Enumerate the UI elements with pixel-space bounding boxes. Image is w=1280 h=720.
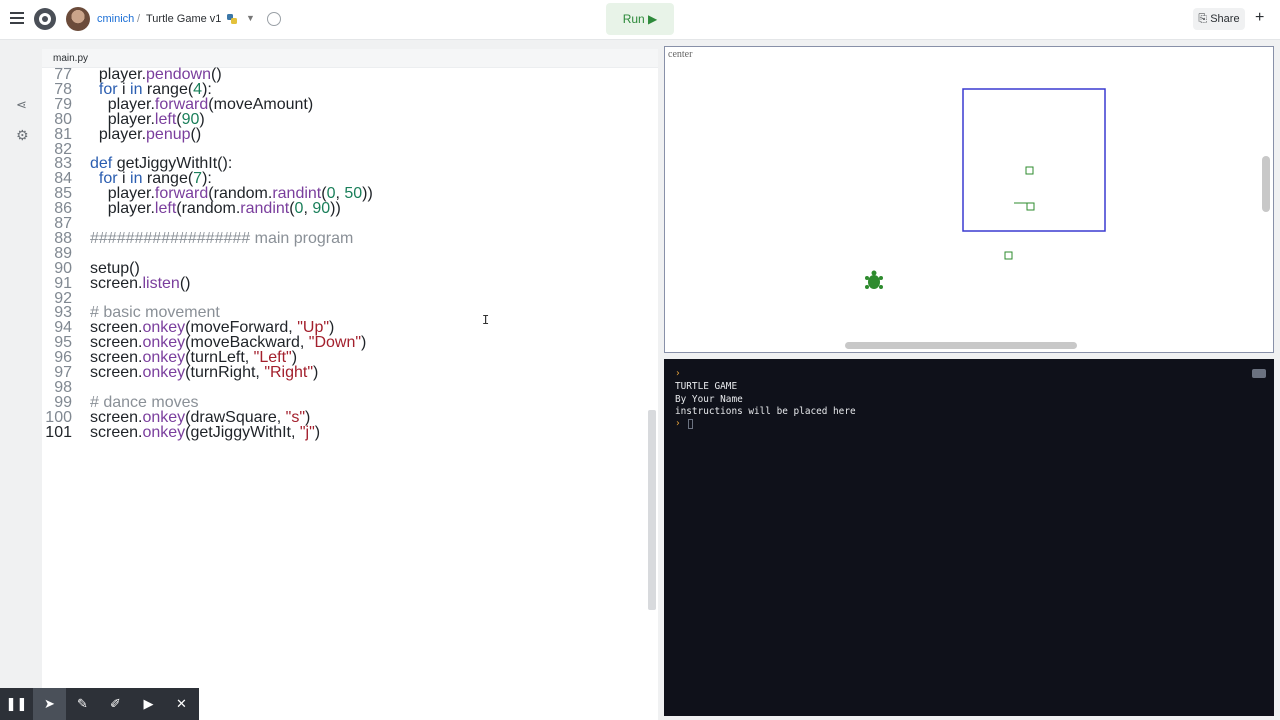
turtle-drawing: [865, 88, 1106, 289]
username-link[interactable]: cminich: [97, 13, 134, 25]
logo-icon[interactable]: [34, 8, 56, 30]
canvas-horizontal-scrollbar[interactable]: [845, 342, 1077, 349]
project-title[interactable]: Turtle Game v1: [146, 13, 221, 25]
code-line[interactable]: 94 screen.onkey(moveForward, "Up"): [42, 319, 642, 336]
code-line[interactable]: 96 screen.onkey(turnLeft, "Left"): [42, 349, 642, 366]
left-sidebar: ⋖ ⚙: [0, 40, 42, 720]
text-cursor-icon: I: [482, 313, 490, 327]
code-line[interactable]: 101 screen.onkey(getJiggyWithIt, "j"): [42, 423, 642, 441]
console-output-line: By Your Name: [675, 394, 743, 405]
code-line[interactable]: 86 player.left(random.randint(0, 90)): [42, 200, 642, 217]
share-icon[interactable]: ⋖: [16, 97, 27, 113]
code-line[interactable]: 78 for i in range(4):: [42, 81, 642, 98]
canvas-vertical-scrollbar[interactable]: [1262, 156, 1270, 212]
console-cursor: [688, 419, 693, 429]
console[interactable]: › TURTLE GAME By Your Name instructions …: [664, 359, 1274, 716]
share-button[interactable]: ⎘ Share: [1193, 8, 1245, 30]
plus-icon[interactable]: +: [1255, 9, 1264, 27]
breadcrumb-separator: /: [137, 13, 141, 25]
pause-icon[interactable]: ❚❚: [0, 688, 33, 720]
small-square: [1025, 166, 1034, 175]
turtle-canvas[interactable]: center: [664, 46, 1274, 353]
code-line[interactable]: 85 player.forward(random.randint(0, 50)): [42, 185, 642, 202]
code-line[interactable]: 95 screen.onkey(moveBackward, "Down"): [42, 334, 642, 351]
camera-icon[interactable]: ▶: [132, 688, 165, 720]
code-line[interactable]: 79 player.forward(moveAmount): [42, 96, 642, 113]
small-square: [1026, 202, 1035, 211]
code-line[interactable]: 82: [42, 141, 642, 158]
avatar[interactable]: [66, 7, 90, 31]
cursor-icon[interactable]: ➤: [33, 688, 66, 720]
run-button[interactable]: Run ▶: [606, 3, 674, 35]
code-line[interactable]: 90 setup(): [42, 260, 642, 277]
code-line[interactable]: 89: [42, 245, 642, 262]
python-icon: [227, 14, 237, 24]
turtle-icon: [865, 270, 883, 289]
code-line[interactable]: 92: [42, 290, 642, 307]
code-line[interactable]: 98: [42, 379, 642, 396]
code-text: screen.onkey(getJiggyWithIt, "j"): [90, 423, 321, 441]
pencil-icon[interactable]: ✎: [66, 688, 99, 720]
code-line[interactable]: 100 screen.onkey(drawSquare, "s"): [42, 409, 642, 426]
code-line[interactable]: 88 ################## main program: [42, 230, 642, 247]
console-output-line: instructions will be placed here: [675, 406, 856, 417]
editor-scrollbar[interactable]: [648, 410, 656, 610]
top-bar: cminich / Turtle Game v1 ▼ Run ▶ ⎘ Share …: [0, 0, 1280, 40]
share-icon: ⎘: [1198, 12, 1208, 25]
code-line[interactable]: 91 screen.listen(): [42, 275, 642, 292]
chevron-down-icon[interactable]: ▼: [246, 13, 255, 23]
code-line[interactable]: 99 # dance moves: [42, 394, 642, 411]
code-line[interactable]: 87: [42, 215, 642, 232]
console-output-line: TURTLE GAME: [675, 381, 738, 392]
code-line[interactable]: 81 player.penup(): [42, 126, 642, 143]
clear-console-icon[interactable]: [1252, 369, 1266, 378]
share-button-label: Share: [1210, 13, 1240, 25]
code-line[interactable]: 97 screen.onkey(turnRight, "Right"): [42, 364, 642, 381]
code-line[interactable]: 83 def getJiggyWithIt():: [42, 155, 642, 172]
close-icon[interactable]: ✕: [165, 688, 198, 720]
code-line[interactable]: 80 player.left(90): [42, 111, 642, 128]
code-line[interactable]: 77 player.pendown(): [42, 66, 642, 83]
history-icon[interactable]: [267, 12, 281, 26]
console-prompt: ›: [675, 368, 681, 379]
annotation-toolbar: ❚❚ ➤ ✎ ✐ ▶ ✕: [0, 688, 199, 720]
small-square: [1004, 251, 1013, 260]
line-number: 101: [45, 423, 72, 441]
console-input-prompt[interactable]: ›: [675, 418, 681, 429]
gear-icon[interactable]: ⚙: [16, 127, 29, 144]
highlighter-icon[interactable]: ✐: [99, 688, 132, 720]
tab-main-py[interactable]: main.py: [53, 53, 88, 64]
code-line[interactable]: 93 # basic movement: [42, 304, 642, 321]
code-line[interactable]: 84 for i in range(7):: [42, 170, 642, 187]
menu-icon[interactable]: [10, 12, 26, 28]
